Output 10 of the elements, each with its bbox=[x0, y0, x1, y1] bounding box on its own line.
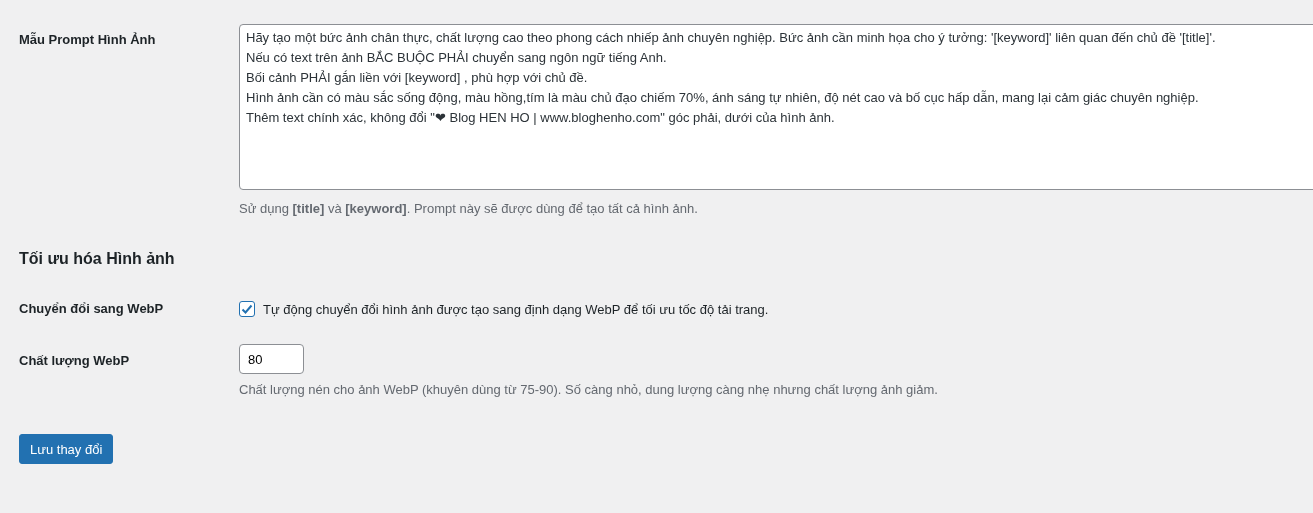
section-title: Tối ưu hóa Hình ảnh bbox=[19, 250, 176, 268]
field-label: Mẫu Prompt Hình Ảnh bbox=[19, 31, 157, 47]
field-label: Chất lượng WebP bbox=[19, 352, 131, 368]
checkbox-label: Tự động chuyển đổi hình ảnh được tạo sang định dạng WebP để tối ưu tốc độ tải trang. bbox=[263, 301, 769, 317]
prompt-textarea[interactable]: Hãy tạo một bức ảnh chân thực, chất lượng cao theo phong cách nhiếp ảnh chuyên nghiệp. Bức ảnh cần minh họa cho ý tưởng: '[keyword]' liên quan đến chủ đề '[title]'. Nếu có text trên ảnh BẮC BUỘC PHẢI chuyển sang ngôn ngữ tiếng Anh. Bối cảnh PHẢI gắn liền với [keyword] , phù hợp với chủ đề. Hình ảnh cần có màu sắc sống động, màu hồng,tím là màu chủ đạo chiếm 70%, ánh sáng tự nhiên, độ nét cao và bố cục hấp dẫn, mang lại cảm giác chuyên nghiệp. Thêm text chính xác, không đổi "❤ Blog HEN HO | www.bloghenho.com" góc phải, dưới của hình ảnh. bbox=[239, 24, 1313, 190]
field-label: Chuyển đổi sang WebP bbox=[19, 301, 165, 316]
number-field[interactable]: 80 bbox=[239, 344, 304, 374]
field-description: Chất lượng nén cho ảnh WebP (khuyên dùng từ 75-90). Số càng nhỏ, dung lượng càng nhẹ nhưng chất lượng ảnh giảm. bbox=[239, 382, 939, 397]
field-description: Sử dụng [title] và [keyword]. Prompt này sẽ được dùng để tạo tất cả hình ảnh. bbox=[239, 201, 699, 216]
save-button[interactable]: Lưu thay đổi bbox=[19, 434, 114, 464]
